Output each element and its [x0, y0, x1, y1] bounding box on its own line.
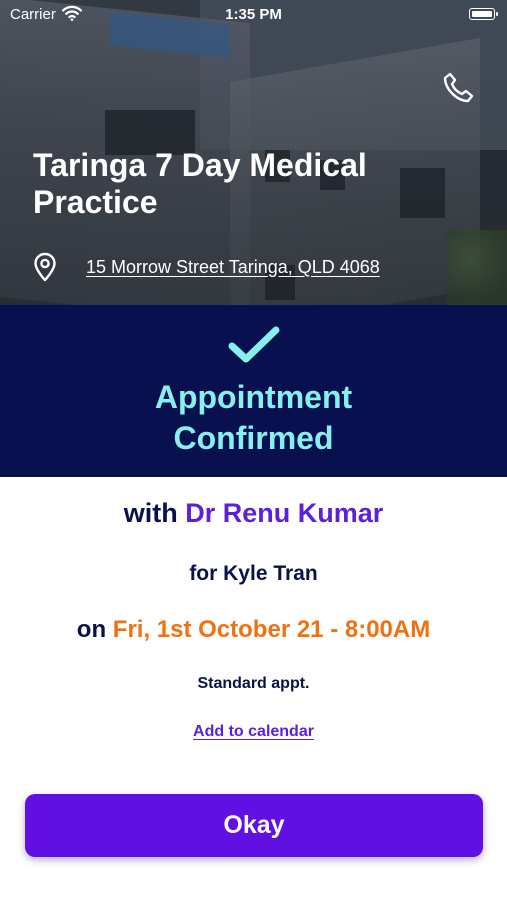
status-time: 1:35 PM	[225, 6, 282, 23]
map-pin-icon	[34, 252, 56, 282]
call-button[interactable]	[440, 70, 476, 106]
appointment-type: Standard appt.	[197, 675, 310, 692]
add-to-calendar-label[interactable]: Add to calendar	[193, 723, 314, 740]
confirmation-banner: Appointment Confirmed	[0, 305, 507, 477]
check-icon	[228, 326, 280, 363]
status-bar: Carrier 1:35 PM	[0, 0, 507, 28]
phone-icon	[443, 72, 474, 103]
battery-icon	[469, 8, 498, 20]
with-prefix: with	[123, 498, 178, 528]
address-link[interactable]: 15 Morrow Street Taringa, QLD 4068	[86, 257, 380, 278]
confirmation-title: Appointment Confirmed	[154, 379, 353, 456]
doctor-name: Dr Renu Kumar	[185, 498, 384, 528]
add-to-calendar-link[interactable]: Add to calendar	[0, 723, 507, 741]
datetime-line: on Fri, 1st October 21 - 8:00AM	[0, 616, 507, 644]
okay-button[interactable]: Okay	[25, 794, 483, 857]
patient-line: for Kyle Tran	[189, 562, 318, 585]
address-row[interactable]: 15 Morrow Street Taringa, QLD 4068	[33, 251, 380, 283]
clinic-name: Taringa 7 Day Medical Practice	[33, 147, 367, 220]
appointment-datetime: Fri, 1st October 21 - 8:00AM	[112, 616, 431, 643]
doctor-line: with Dr Renu Kumar	[0, 498, 507, 529]
date-prefix: on	[76, 616, 107, 643]
